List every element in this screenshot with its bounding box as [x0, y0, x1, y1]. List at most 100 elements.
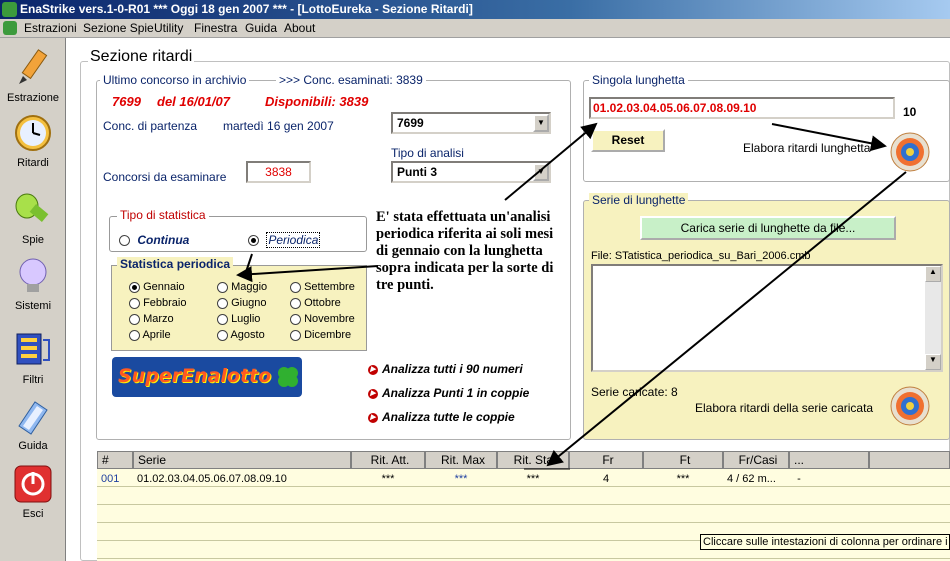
month-giugno[interactable]: Giugno	[217, 297, 267, 309]
process-single-label: Elabora ritardi lunghetta	[743, 141, 871, 155]
radio-icon	[290, 297, 301, 309]
arrow-right-icon: ▶	[368, 364, 378, 375]
annotation-text: E' stata effettuata un'analisi periodica…	[376, 209, 554, 293]
radio-continua[interactable]: Continua	[119, 233, 189, 247]
col-header-ft[interactable]: Ft	[643, 451, 723, 469]
series-legend: Serie di lunghette	[589, 193, 689, 207]
radio-icon	[248, 235, 259, 247]
scrollbar[interactable]: ▲ ▼	[925, 266, 941, 370]
reset-button[interactable]: Reset	[591, 129, 665, 152]
sidebar-item-spie[interactable]: Spie	[0, 190, 66, 246]
action-all-numbers[interactable]: ▶ Analizza tutti i 90 numeri	[368, 362, 523, 376]
sidebar: Estrazione Ritardi Spie Sistemi Filtri G…	[0, 38, 66, 561]
sidebar-item-esci[interactable]: Esci	[0, 464, 66, 520]
radio-icon	[290, 313, 301, 325]
month-marzo[interactable]: Marzo	[129, 313, 174, 325]
superenalotto-logo: SuperEnalotto	[112, 357, 302, 397]
menu-about[interactable]: About	[284, 21, 315, 35]
clock-icon	[15, 115, 51, 151]
col-header-empty	[869, 451, 950, 469]
table-row	[97, 506, 950, 523]
col-header-rit-max[interactable]: Rit. Max	[425, 451, 497, 469]
chevron-down-icon[interactable]: ▼	[533, 114, 549, 132]
target-icon[interactable]	[889, 131, 931, 173]
radio-periodica[interactable]: Periodica	[248, 232, 321, 248]
month-ottobre[interactable]: Ottobre	[290, 297, 341, 309]
last-number: 7699	[112, 94, 141, 109]
single-legend: Singola lunghetta	[589, 73, 688, 87]
available-count: Disponibili: 3839	[265, 94, 369, 109]
menu-guida[interactable]: Guida	[245, 21, 277, 35]
flashlight-icon	[15, 193, 49, 222]
sidebar-item-estrazione[interactable]: Estrazione	[0, 48, 66, 104]
lightbulb-icon	[19, 258, 47, 292]
series-list[interactable]: ▲ ▼	[591, 264, 943, 372]
month-gennaio[interactable]: Gennaio	[129, 281, 185, 293]
tooltip: Cliccare sulle intestazioni di colonna p…	[700, 534, 950, 550]
month-aprile[interactable]: Aprile	[129, 329, 171, 341]
sidebar-item-filtri[interactable]: Filtri	[0, 330, 66, 386]
action-all-pairs[interactable]: ▶ Analizza tutte le coppie	[368, 410, 515, 424]
sidebar-item-guida[interactable]: Guida	[0, 396, 66, 452]
col-header-fr[interactable]: Fr	[569, 451, 643, 469]
col-header-more[interactable]: ...	[789, 451, 869, 469]
scroll-down-icon[interactable]: ▼	[925, 354, 941, 370]
month-luglio[interactable]: Luglio	[217, 313, 260, 325]
clover-icon	[278, 367, 298, 387]
single-input[interactable]: 01.02.03.04.05.06.07.08.09.10	[589, 97, 895, 119]
app-icon	[2, 2, 17, 17]
menu-utility[interactable]: Utility	[154, 21, 183, 35]
col-header-num[interactable]: #	[97, 451, 133, 469]
month-dicembre[interactable]: Dicembre	[290, 329, 351, 341]
action-punti1-coppie[interactable]: ▶ Analizza Punti 1 in coppie	[368, 386, 529, 400]
radio-icon	[217, 281, 228, 293]
month-maggio[interactable]: Maggio	[217, 281, 267, 293]
stat-type-legend: Tipo di statistica	[117, 208, 209, 222]
menu-bar: Estrazioni Sezione Spie Utility Finestra…	[0, 19, 950, 38]
start-label: Conc. di partenza	[103, 119, 198, 133]
examined-count: >>> Conc. esaminati: 3839	[276, 73, 426, 87]
scroll-up-icon[interactable]: ▲	[925, 266, 941, 282]
power-icon	[14, 465, 52, 503]
col-header-rit-att[interactable]: Rit. Att.	[351, 451, 425, 469]
month-febbraio[interactable]: Febbraio	[129, 297, 186, 309]
radio-icon	[129, 313, 140, 325]
arrow-right-icon: ▶	[368, 388, 378, 399]
pencil-icon	[19, 49, 48, 84]
radio-icon	[129, 297, 140, 309]
radio-icon	[129, 329, 140, 341]
logo-text: SuperEnalotto	[118, 365, 272, 387]
count-label: Concorsi da esaminare	[103, 170, 227, 184]
section-title: Sezione ritardi	[88, 48, 195, 66]
analysis-combo[interactable]: Punti 3 ▼	[391, 161, 551, 183]
radio-icon	[217, 329, 228, 341]
radio-icon	[290, 329, 301, 341]
menu-estrazioni[interactable]: Estrazioni	[24, 21, 77, 35]
load-series-button[interactable]: Carica serie di lunghette da file...	[640, 216, 896, 240]
series-file: File: STatistica_periodica_su_Bari_2006.…	[591, 250, 811, 262]
menu-finestra[interactable]: Finestra	[194, 21, 237, 35]
target-icon[interactable]	[889, 385, 931, 427]
analysis-label: Tipo di analisi	[391, 146, 464, 160]
col-header-rit-stat[interactable]: Rit. Stat	[497, 451, 569, 469]
col-header-fr-casi[interactable]: Fr/Casi	[723, 451, 789, 469]
book-icon	[18, 401, 48, 435]
start-combo[interactable]: 7699 ▼	[391, 112, 551, 134]
process-series-label: Elabora ritardi della serie caricata	[695, 401, 874, 415]
month-settembre[interactable]: Settembre	[290, 281, 355, 293]
col-header-serie[interactable]: Serie	[133, 451, 351, 469]
month-agosto[interactable]: Agosto	[217, 329, 265, 341]
arrow-right-icon: ▶	[368, 412, 378, 423]
table-row	[97, 488, 950, 505]
app-menu-icon[interactable]	[3, 21, 17, 35]
sidebar-item-sistemi[interactable]: Sistemi	[0, 256, 66, 312]
single-count: 10	[903, 105, 917, 119]
title-bar: EnaStrike vers.1-0-R01 *** Oggi 18 gen 2…	[0, 0, 950, 19]
table-row[interactable]: 001 01.02.03.04.05.06.07.08.09.10 *** **…	[97, 470, 950, 487]
menu-sezione-spie[interactable]: Sezione Spie	[83, 21, 154, 35]
count-input[interactable]: 3838	[246, 161, 311, 183]
month-novembre[interactable]: Novembre	[290, 313, 355, 325]
chevron-down-icon[interactable]: ▼	[533, 163, 549, 181]
sidebar-item-ritardi[interactable]: Ritardi	[0, 113, 66, 169]
radio-icon	[217, 297, 228, 309]
